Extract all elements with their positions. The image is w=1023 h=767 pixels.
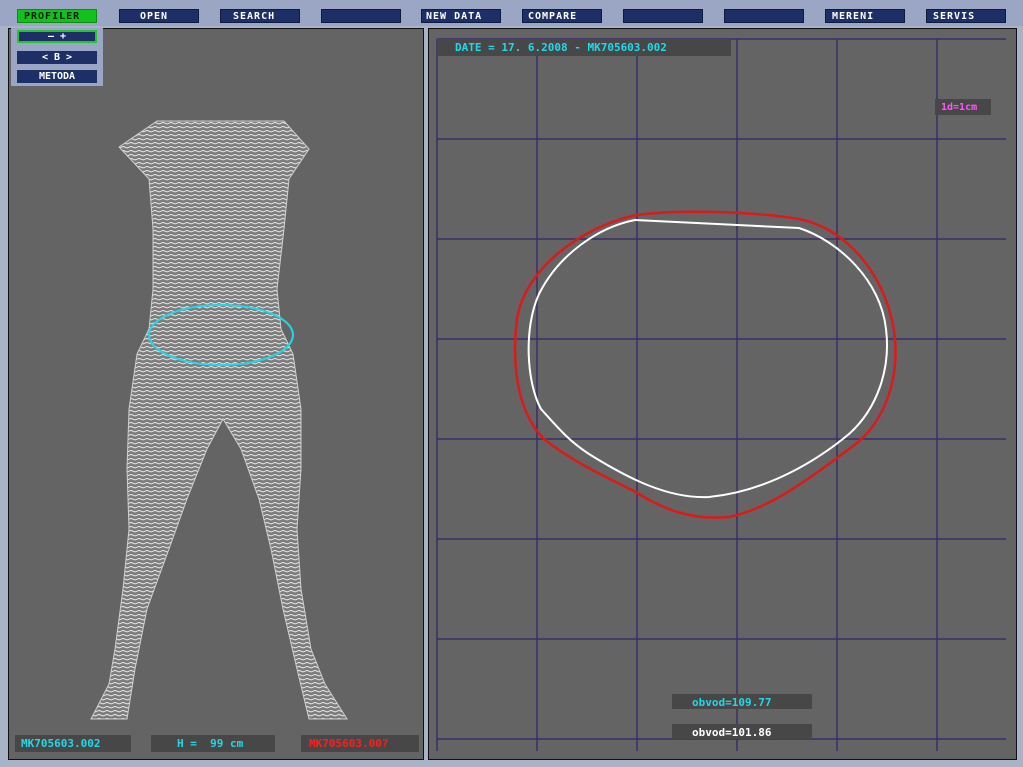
metoda-button[interactable]: METODA — [17, 70, 97, 83]
cross-section-contour-icon[interactable] — [429, 29, 1016, 759]
body-scan-wireframe-icon[interactable] — [9, 29, 423, 759]
profiler-button[interactable]: PROFILER — [17, 9, 97, 23]
control-box: – + < B > METODA — [11, 28, 103, 86]
new-data-button[interactable]: NEW DATA — [421, 9, 501, 23]
file-id-label: MK705603.002 — [15, 735, 131, 752]
obvod-white-readout: obvod=101.86 — [672, 724, 812, 739]
zoom-control[interactable]: – + — [17, 30, 97, 43]
cross-section-panel: DATE = 17. 6.2008 - MK705603.002 1d=1cm … — [428, 28, 1017, 760]
mereni-button[interactable]: MERENI — [825, 9, 905, 23]
grid-minor — [437, 39, 1006, 751]
toolbar: PROFILER OPEN SEARCH NEW DATA COMPARE ME… — [0, 0, 1023, 26]
blank-button-3[interactable] — [724, 9, 804, 23]
height-readout: H = 99 cm — [151, 735, 275, 752]
open-button[interactable]: OPEN — [119, 9, 199, 23]
blank-button-1[interactable] — [321, 9, 401, 23]
compare-button[interactable]: COMPARE — [522, 9, 602, 23]
file-id-red-label: MK705603.00? — [301, 735, 419, 752]
body-scan-panel: MK705603.002 H = 99 cm MK705603.00? — [8, 28, 424, 760]
blank-button-2[interactable] — [623, 9, 703, 23]
search-button[interactable]: SEARCH — [220, 9, 300, 23]
obvod-red-readout: obvod=109.77 — [672, 694, 812, 709]
body-silhouette — [90, 120, 348, 720]
servis-button[interactable]: SERVIS — [926, 9, 1006, 23]
date-header: DATE = 17. 6.2008 - MK705603.002 — [437, 39, 731, 56]
nav-control[interactable]: < B > — [17, 51, 97, 64]
scale-label: 1d=1cm — [935, 99, 991, 115]
